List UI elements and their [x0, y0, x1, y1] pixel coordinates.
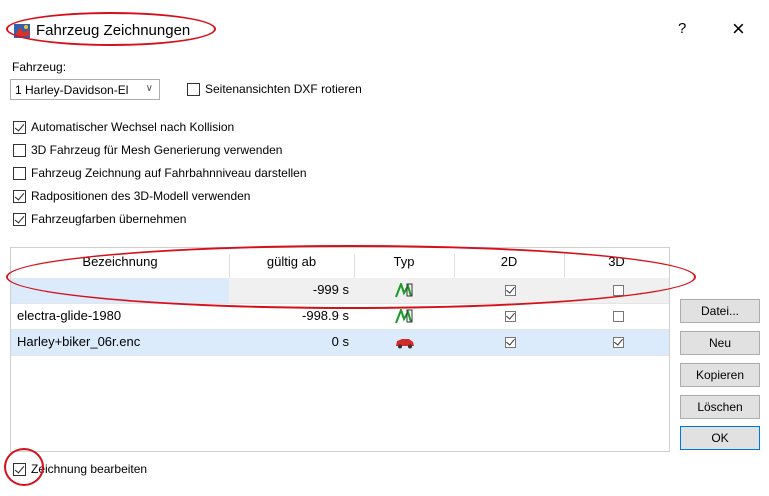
file-button[interactable]: Datei...	[680, 299, 760, 323]
mesh-3d-checkbox[interactable]	[13, 144, 26, 157]
mesh-3d-label: 3D Fahrzeug für Mesh Generierung verwend…	[31, 143, 283, 157]
row-2d-checkbox[interactable]	[505, 311, 516, 322]
colors-label: Fahrzeugfarben übernehmen	[31, 212, 187, 226]
row-valid-from: -998.9 s	[302, 308, 349, 323]
close-button[interactable]: ×	[732, 16, 745, 42]
vehicle-select-value: 1 Harley-Davidson-El	[15, 83, 129, 97]
table-row[interactable]: Harley+biker_06r.enc 0 s	[11, 330, 669, 355]
copy-button[interactable]: Kopieren	[680, 363, 760, 387]
annotation-oval-title	[6, 12, 216, 46]
help-button[interactable]: ?	[678, 20, 686, 37]
vehicle-image-icon	[396, 339, 414, 349]
new-button[interactable]: Neu	[680, 331, 760, 355]
row-3d-checkbox[interactable]	[613, 337, 624, 348]
ok-button[interactable]: OK	[680, 426, 760, 450]
row-3d-checkbox[interactable]	[613, 311, 624, 322]
auto-switch-label: Automatischer Wechsel nach Kollision	[31, 120, 235, 134]
row-name: Harley+biker_06r.enc	[17, 334, 141, 349]
annotation-oval-row	[6, 245, 696, 309]
vector-drawing-icon	[395, 309, 413, 324]
wheel-pos-label: Radpositionen des 3D-Modell verwenden	[31, 189, 251, 203]
row-2d-checkbox[interactable]	[505, 337, 516, 348]
annotation-oval-checkbox	[4, 448, 44, 486]
edit-drawing-label: Zeichnung bearbeiten	[31, 462, 148, 476]
chevron-down-icon: ∨	[145, 83, 153, 94]
rotate-dxf-checkbox[interactable]	[187, 83, 200, 96]
road-level-label: Fahrzeug Zeichnung auf Fahrbahnniveau da…	[31, 166, 307, 180]
rotate-dxf-label: Seitenansichten DXF rotieren	[205, 82, 362, 96]
auto-switch-checkbox[interactable]	[13, 121, 26, 134]
vehicle-select[interactable]: 1 Harley-Davidson-El ∨	[10, 79, 160, 100]
row-valid-from: 0 s	[331, 334, 349, 349]
vehicle-label: Fahrzeug:	[12, 60, 67, 74]
colors-checkbox[interactable]	[13, 213, 26, 226]
delete-button[interactable]: Löschen	[680, 395, 760, 419]
row-name: electra-glide-1980	[17, 308, 122, 323]
wheel-pos-checkbox[interactable]	[13, 190, 26, 203]
road-level-checkbox[interactable]	[13, 167, 26, 180]
